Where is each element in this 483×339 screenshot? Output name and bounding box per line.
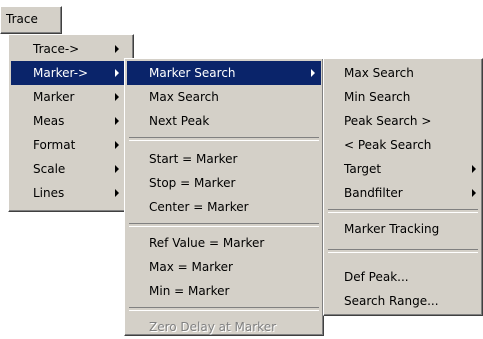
- chevron-right-icon: [115, 189, 119, 197]
- menu-item-start-marker[interactable]: Start = Marker: [127, 147, 321, 171]
- menu-item-search-range[interactable]: Search Range...: [326, 289, 480, 313]
- chevron-right-icon: [115, 141, 119, 149]
- menu-item-ref-value-marker[interactable]: Ref Value = Marker: [127, 231, 321, 255]
- menu-item-meas[interactable]: Meas: [11, 109, 131, 133]
- trace-menu-label: Trace: [6, 12, 38, 26]
- menu-separator: [328, 249, 478, 253]
- menu-item-zero-delay-at-marker: Zero Delay at Marker: [149, 320, 277, 334]
- menu-item-target[interactable]: Target: [326, 157, 480, 181]
- chevron-right-icon: [115, 93, 119, 101]
- chevron-right-icon: [115, 117, 119, 125]
- chevron-right-icon: [115, 45, 119, 53]
- menu-item-center-marker[interactable]: Center = Marker: [127, 195, 321, 219]
- menu-item-max-marker[interactable]: Max = Marker: [127, 255, 321, 279]
- menu-item-bandfilter[interactable]: Bandfilter: [326, 181, 480, 205]
- menu-separator: [129, 223, 319, 227]
- menu-item-peak-search-left[interactable]: < Peak Search: [326, 133, 480, 157]
- menu-item-max-search[interactable]: Max Search: [127, 85, 321, 109]
- menu-item-marker-search[interactable]: Marker Search: [127, 61, 321, 85]
- menu-item-max-search[interactable]: Max Search: [326, 61, 480, 85]
- chevron-right-icon: [311, 69, 315, 77]
- menu-item-min-search[interactable]: Min Search: [326, 85, 480, 109]
- trace-menu-button[interactable]: Trace: [0, 6, 62, 34]
- marker-submenu: Marker Search Max Search Next Peak Start…: [124, 58, 324, 336]
- menu-item-marker-tracking[interactable]: Marker Tracking: [326, 217, 480, 241]
- menu-separator: [129, 307, 319, 311]
- menu-item-scale[interactable]: Scale: [11, 157, 131, 181]
- menu-item-format[interactable]: Format: [11, 133, 131, 157]
- marker-search-submenu: Max Search Min Search Peak Search > < Pe…: [323, 58, 483, 316]
- chevron-right-icon: [472, 189, 476, 197]
- menu-item-min-marker[interactable]: Min = Marker: [127, 279, 321, 303]
- menu-item-stop-marker[interactable]: Stop = Marker: [127, 171, 321, 195]
- menu-item-lines[interactable]: Lines: [11, 181, 131, 205]
- menu-item-next-peak[interactable]: Next Peak: [127, 109, 321, 133]
- menu-item-def-peak[interactable]: Def Peak...: [326, 265, 480, 289]
- menu-separator: [328, 209, 478, 213]
- chevron-right-icon: [115, 69, 119, 77]
- trace-menu: Trace-> Marker-> Marker Meas Format Scal…: [8, 34, 134, 212]
- menu-item-peak-search-right[interactable]: Peak Search >: [326, 109, 480, 133]
- menu-item-marker[interactable]: Marker: [11, 85, 131, 109]
- menu-separator: [129, 137, 319, 141]
- menu-item-trace[interactable]: Trace->: [11, 37, 131, 61]
- chevron-right-icon: [472, 165, 476, 173]
- menu-item-marker-submenu[interactable]: Marker->: [11, 61, 131, 85]
- chevron-right-icon: [115, 165, 119, 173]
